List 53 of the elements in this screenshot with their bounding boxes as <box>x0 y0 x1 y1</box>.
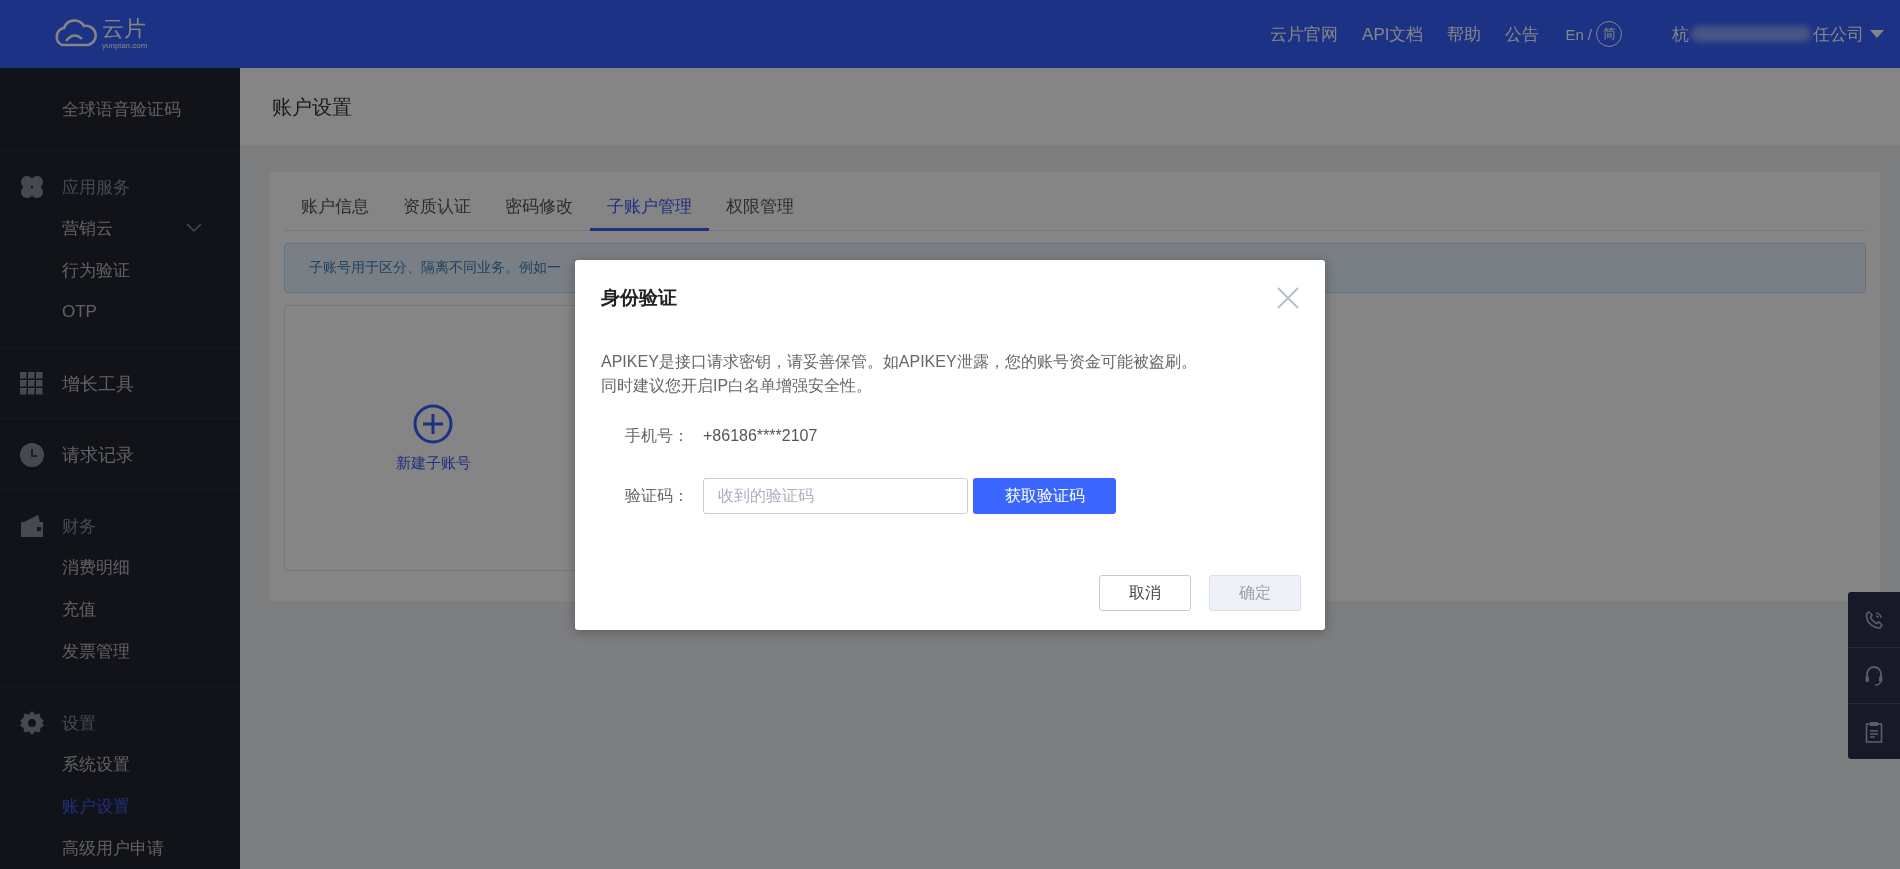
tab[interactable]: 权限管理 <box>709 188 811 231</box>
account-name[interactable]: 杭 <box>1672 22 1689 46</box>
sidebar-item[interactable]: 高级用户申请 <box>62 836 164 860</box>
sidebar-item[interactable]: 行为验证 <box>62 258 130 282</box>
sidebar-item[interactable]: 请求记录 <box>62 443 134 467</box>
tab[interactable]: 资质认证 <box>386 188 488 231</box>
language-separator: / <box>1587 25 1592 43</box>
section-heading: 设置 <box>62 712 96 735</box>
cancel-button[interactable]: 取消 <box>1099 575 1191 611</box>
caret-icon <box>1870 29 1884 39</box>
nav-link[interactable]: 云片官网 <box>1270 22 1339 46</box>
account-name[interactable]: 任公司 <box>1813 22 1864 46</box>
section-heading: 财务 <box>62 515 96 538</box>
nav-link[interactable]: API文档 <box>1362 22 1424 46</box>
dialog-message: 同时建议您开启IP白名单增强安全性。 <box>601 376 873 396</box>
gear-icon <box>20 711 44 735</box>
nav-link[interactable]: 公告 <box>1505 22 1540 46</box>
language-option[interactable]: En <box>1565 25 1584 43</box>
notice-text: 子账号用于区分、隔离不同业务。例如一 <box>309 259 561 277</box>
sidebar-item[interactable]: 账户设置 <box>62 794 130 818</box>
sidebar-item[interactable]: 营销云 <box>62 216 113 240</box>
section-heading: 应用服务 <box>62 176 130 199</box>
dialog-title: 身份验证 <box>601 286 677 310</box>
sidebar-item[interactable]: 系统设置 <box>62 752 130 776</box>
close-icon <box>1277 287 1299 309</box>
close-button[interactable] <box>1275 285 1301 311</box>
logo-domain: yunpian.com <box>102 41 148 51</box>
grid-icon <box>20 372 44 396</box>
tab[interactable]: 子账户管理 <box>590 188 709 231</box>
plus-icon <box>413 403 453 444</box>
nav-link[interactable]: 帮助 <box>1447 22 1482 46</box>
field-label: 验证码： <box>625 485 690 506</box>
sidebar-item[interactable]: 发票管理 <box>62 639 130 663</box>
sidebar-item[interactable]: 全球语音验证码 <box>62 97 181 121</box>
tab[interactable]: 密码修改 <box>488 188 590 231</box>
wallet-icon <box>20 514 44 538</box>
clipboard-icon <box>1865 720 1883 743</box>
code-input-field[interactable]: 收到的验证码 <box>703 478 968 514</box>
clover-icon <box>20 175 44 199</box>
dialog-message: APIKEY是接口请求密钥，请妥善保管。如APIKEY泄露，您的账号资金可能被盗刷。 <box>601 352 1197 372</box>
get-code-button[interactable]: 获取验证码 <box>973 478 1116 514</box>
sidebar-item[interactable]: 消费明细 <box>62 555 130 579</box>
page-title: 账户设置 <box>272 94 352 120</box>
headset-icon <box>1864 664 1884 687</box>
tab[interactable]: 账户信息 <box>284 188 386 231</box>
sidebar-item[interactable]: 增长工具 <box>62 372 134 396</box>
phone-number: +86186****2107 <box>703 427 818 445</box>
clock-icon <box>20 443 44 467</box>
field-label: 手机号： <box>625 425 690 446</box>
sidebar-item[interactable]: OTP <box>62 302 97 322</box>
sidebar-item[interactable]: 充值 <box>62 597 96 621</box>
phone-icon <box>1864 609 1884 630</box>
logo-name: 云片 <box>102 17 146 41</box>
